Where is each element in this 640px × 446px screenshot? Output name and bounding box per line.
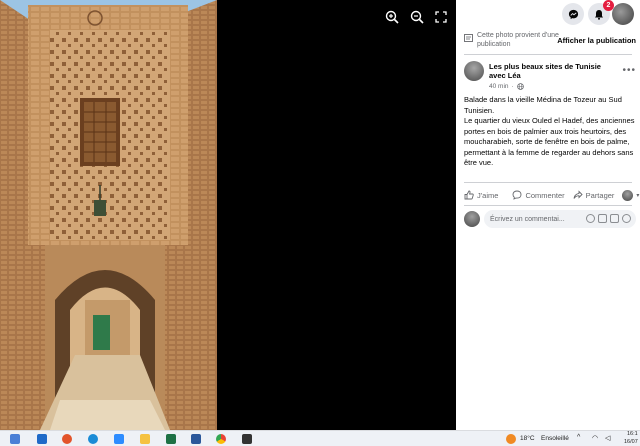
comment-placeholder: Écrivez un commentai... — [490, 215, 565, 223]
emoji-icon[interactable] — [586, 214, 595, 223]
post-panel: 2 Cette photo provient d'une publication… — [456, 0, 640, 430]
clock-time[interactable]: 16:1 — [627, 431, 638, 437]
zoom-out-icon[interactable] — [408, 8, 426, 26]
post-text: Balade dans la vieille Médina de Tozeur … — [464, 95, 635, 167]
post-photo — [0, 0, 217, 430]
view-post-link[interactable]: Afficher la publication — [557, 36, 636, 45]
zoom-app-icon[interactable] — [114, 434, 124, 444]
divider — [464, 182, 632, 183]
more-options-icon[interactable]: ••• — [622, 65, 636, 76]
excel-icon[interactable] — [166, 434, 176, 444]
reaction-identity-selector[interactable]: ▾ — [622, 189, 640, 201]
like-button[interactable]: J'aime — [464, 190, 498, 200]
start-icon[interactable] — [10, 434, 20, 444]
comment-tools — [586, 214, 631, 223]
gif-icon[interactable] — [610, 214, 619, 223]
sticker-icon[interactable] — [622, 214, 631, 223]
post-actions: J'aime Commenter Partager ▾ — [464, 187, 640, 203]
tray-chevron-icon[interactable]: ^ — [577, 434, 580, 441]
divider — [464, 205, 632, 206]
share-label: Partager — [585, 190, 615, 200]
comment-composer: Écrivez un commentai... — [464, 210, 636, 228]
like-label: J'aime — [477, 190, 499, 200]
chrome-icon[interactable] — [216, 434, 226, 444]
post-meta: 40 min · — [489, 83, 524, 90]
share-icon — [573, 190, 583, 199]
page-avatar[interactable] — [464, 61, 484, 81]
photo-viewer — [0, 0, 456, 430]
share-button[interactable]: Partager — [573, 190, 615, 200]
notifications-button[interactable]: 2 — [588, 0, 614, 25]
edge-icon[interactable] — [88, 434, 98, 444]
word-icon[interactable] — [191, 434, 201, 444]
messenger-button[interactable] — [562, 3, 584, 25]
caret-down-icon: ▾ — [636, 192, 640, 199]
divider — [464, 54, 632, 55]
top-bar: 2 — [456, 0, 640, 28]
post-header: Les plus beaux sites de Tunisie avec Léa… — [464, 61, 636, 91]
volume-icon[interactable]: ◁ — [605, 434, 610, 442]
comment-input[interactable]: Écrivez un commentai... — [484, 210, 636, 228]
weather-icon[interactable] — [506, 434, 516, 444]
post-source-icon — [464, 34, 473, 42]
globe-icon — [516, 83, 524, 90]
comment-button[interactable]: Commenter — [512, 190, 565, 200]
network-icon[interactable]: ◠ — [592, 434, 598, 442]
thumbs-up-icon — [464, 190, 474, 200]
post-author[interactable]: Les plus beaux sites de Tunisie avec Léa — [489, 62, 619, 80]
medina-street-image — [0, 0, 217, 430]
clock-date[interactable]: 16/07 — [624, 439, 638, 445]
outlook-icon[interactable] — [37, 434, 47, 444]
post-time[interactable]: 40 min — [489, 83, 509, 90]
media-app-icon[interactable] — [242, 434, 252, 444]
zoom-in-icon[interactable] — [383, 8, 401, 26]
account-avatar[interactable] — [612, 3, 634, 25]
messenger-icon — [568, 9, 578, 19]
weather-temp[interactable]: 18°C — [520, 435, 535, 442]
firefox-icon[interactable] — [62, 434, 72, 444]
windows-taskbar: 18°C Ensoleillé ^ ◠ ◁ 16:1 16/07 — [0, 430, 640, 446]
file-explorer-icon[interactable] — [140, 434, 150, 444]
photo-source-row: Cette photo provient d'une publication A… — [464, 31, 636, 51]
bell-icon — [595, 9, 603, 20]
comment-icon — [513, 190, 522, 200]
camera-icon[interactable] — [598, 214, 607, 223]
identity-avatar — [622, 189, 634, 201]
commenter-avatar — [464, 211, 480, 227]
dot-separator: · — [511, 83, 514, 90]
fullscreen-icon[interactable] — [432, 8, 450, 26]
weather-desc[interactable]: Ensoleillé — [541, 435, 569, 442]
comment-label: Commenter — [525, 190, 565, 200]
